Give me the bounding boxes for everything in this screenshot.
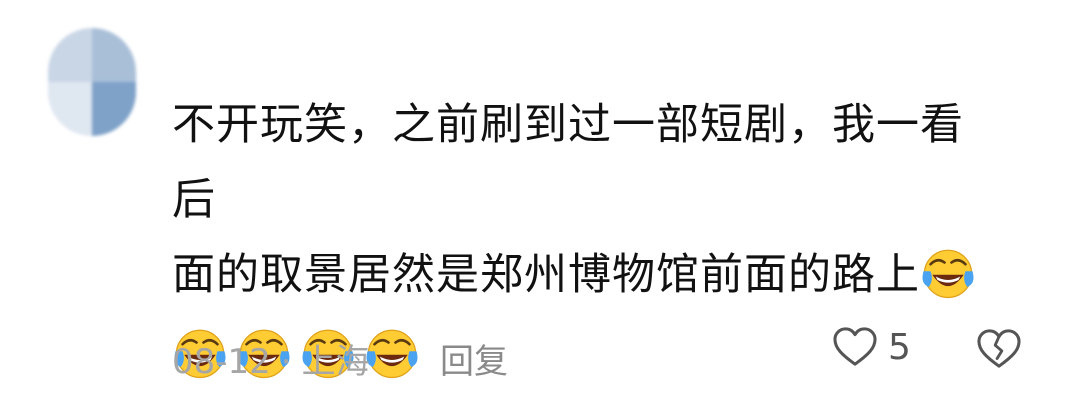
like-count: 5 [888, 326, 911, 368]
comment-footer: 08-12 · 上海 回复 5 [172, 322, 1032, 382]
avatar-pixel [92, 82, 136, 136]
avatar-pixel [48, 82, 92, 136]
comment-text-line-1: 不开玩笑，之前刷到过一部短剧，我一看后 [172, 100, 964, 225]
comment-meta: 08-12 · 上海 [172, 334, 370, 383]
comment-item: 不开玩笑，之前刷到过一部短剧，我一看后 面的取景居然是郑州博物馆前面的路上 08… [0, 0, 1080, 407]
reply-button[interactable]: 回复 [440, 334, 508, 383]
broken-heart-icon [977, 329, 1021, 368]
avatar[interactable] [48, 28, 136, 136]
avatar-pixel [92, 28, 136, 82]
comment-text-line-2: 面的取景居然是郑州博物馆前面的路上 [172, 238, 992, 313]
comment-date: 08-12 [172, 342, 271, 382]
dislike-button[interactable] [976, 328, 1022, 379]
comment-text: 面的取景居然是郑州博物馆前面的路上 [172, 250, 920, 300]
heart-outline-icon [833, 327, 877, 366]
avatar-pixel [48, 28, 92, 82]
laugh-cry-emoji-icon [920, 245, 976, 301]
like-button[interactable]: 5 [832, 326, 911, 368]
meta-separator: · [280, 342, 292, 382]
comment-location: 上海 [301, 342, 370, 382]
